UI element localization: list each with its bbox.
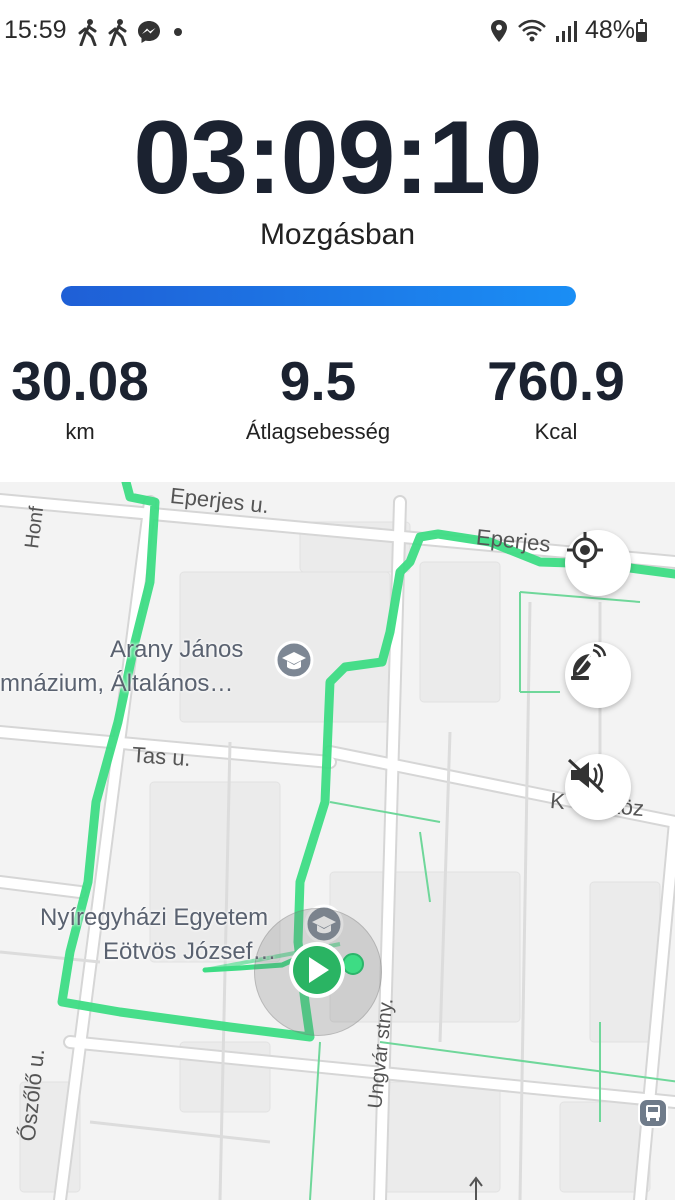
distance-unit: km <box>65 419 95 445</box>
messenger-icon <box>138 21 160 43</box>
battery-level-fill <box>638 32 645 40</box>
calories-value: 760.9 <box>487 350 625 412</box>
school-marker-icon[interactable] <box>274 640 314 684</box>
location-pin-icon <box>490 19 507 42</box>
map-canvas <box>0 482 675 1200</box>
battery-icon <box>636 19 647 42</box>
dot-icon <box>174 28 182 36</box>
poi-label-university-line2[interactable]: Eötvös József… <box>103 938 276 966</box>
route-map[interactable]: Eperjes u. Eperjes Honf Tas u. Kosyi köz… <box>0 482 675 1200</box>
battery-percentage: 48% <box>584 16 635 44</box>
average-speed-value: 9.5 <box>279 350 357 412</box>
status-system-icons: 48% <box>489 16 635 45</box>
walking-icon <box>78 19 97 46</box>
locate-button[interactable] <box>565 530 631 596</box>
progress-bar-fill <box>61 286 576 306</box>
poi-label-school[interactable]: Arany János <box>110 636 243 664</box>
status-time: 15:59 <box>4 16 67 44</box>
activity-state: Mozgásban <box>259 218 416 251</box>
poi-label-university[interactable]: Nyíregyházi Egyetem <box>40 904 268 932</box>
distance-stat: 30.08 km <box>0 350 190 445</box>
voice-toggle-button[interactable] <box>565 754 631 820</box>
calories-unit: Kcal <box>534 419 578 445</box>
bus-stop-icon[interactable] <box>638 1098 668 1128</box>
map-type-button[interactable] <box>565 642 631 708</box>
status-notification-icons <box>76 18 188 46</box>
distance-value: 30.08 <box>11 350 149 412</box>
progress-bar <box>61 286 576 306</box>
satellite-icon <box>571 643 607 680</box>
street-label-tas: Tas u. <box>131 741 192 772</box>
locate-icon <box>567 532 603 568</box>
elapsed-timer: 03:09:10 <box>133 100 542 216</box>
walking-icon <box>108 19 127 46</box>
wifi-icon <box>518 19 546 41</box>
status-bar: 15:59 48% <box>0 0 675 66</box>
play-position-icon[interactable] <box>287 940 367 1000</box>
average-speed-label: Átlagsebesség <box>245 419 391 445</box>
signal-icon <box>555 20 577 42</box>
calories-stat: 760.9 Kcal <box>446 350 666 445</box>
poi-label-school-line2[interactable]: mnázium, Általános… <box>0 670 233 698</box>
average-speed-stat: 9.5 Átlagsebesség <box>208 350 428 445</box>
voice-off-icon <box>567 758 605 794</box>
